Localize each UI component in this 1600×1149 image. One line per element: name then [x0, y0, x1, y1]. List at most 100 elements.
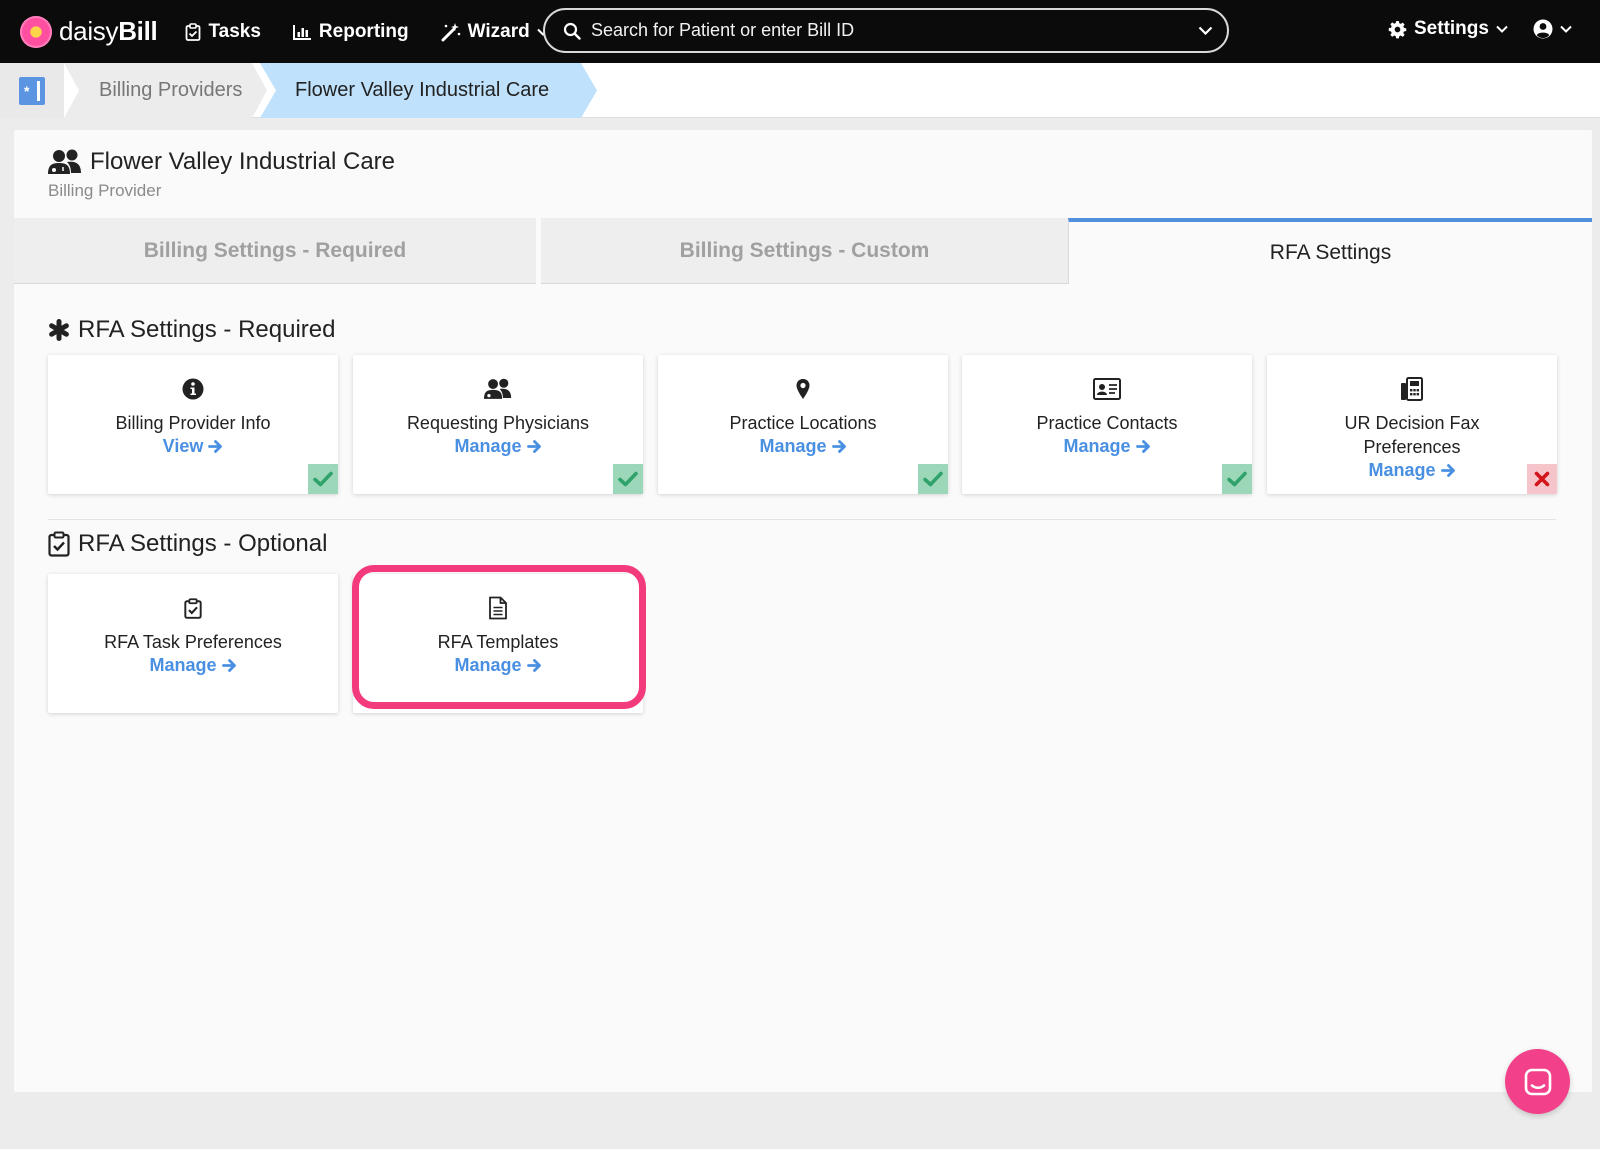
settings-tabs: Billing Settings - Required Billing Sett… [14, 218, 1592, 284]
card-label: Practice Locations [729, 413, 877, 433]
nav-wizard[interactable]: Wizard [441, 21, 556, 43]
manage-link-label: Manage [759, 436, 827, 456]
chevron-down-icon [1496, 25, 1508, 33]
view-link-label: View [162, 436, 204, 456]
nav-reporting[interactable]: Reporting [292, 20, 409, 43]
card-label: RFA Templates [437, 632, 559, 652]
card-label: Requesting Physicians [406, 413, 590, 433]
user-circle-icon [1533, 19, 1553, 39]
card-requesting-physicians: Requesting Physicians Manage [353, 355, 643, 494]
status-complete-badge [613, 464, 643, 494]
breadcrumb-current-provider[interactable]: Flower Valley Industrial Care [260, 63, 597, 118]
manage-link-label: Manage [454, 655, 522, 675]
arrow-right-icon [221, 659, 236, 672]
brand-name: daisyBill [59, 16, 158, 47]
page-header: Flower Valley Industrial Care Billing Pr… [48, 148, 395, 201]
nav-tasks-label: Tasks [208, 20, 261, 42]
arrow-right-icon [208, 440, 223, 453]
asterisk-icon [49, 319, 69, 341]
nav-settings-label: Settings [1414, 18, 1489, 39]
card-practice-locations: Practice Locations Manage [658, 355, 948, 494]
card-label: UR Decision Fax Preferences [1344, 413, 1480, 457]
section-title-optional-label: RFA Settings - Optional [78, 530, 328, 557]
clipboard-check-icon [184, 597, 202, 619]
manage-link[interactable]: Manage [454, 655, 541, 676]
medical-record-icon: * [19, 76, 45, 105]
manage-link-label: Manage [1063, 436, 1131, 456]
nav-tasks[interactable]: Tasks [185, 20, 261, 43]
status-complete-badge [308, 464, 338, 494]
nav-wizard-label: Wizard [467, 20, 530, 42]
checkmark-icon [923, 471, 943, 487]
card-ur-decision-fax-preferences: UR Decision Fax Preferences Manage [1267, 355, 1557, 494]
section-title-required: RFA Settings - Required [48, 316, 335, 344]
fax-icon [1401, 377, 1423, 401]
manage-link[interactable]: Manage [759, 436, 846, 457]
provider-name: Flower Valley Industrial Care [90, 148, 396, 175]
card-practice-contacts: Practice Contacts Manage [962, 355, 1252, 494]
arrow-right-icon [1135, 440, 1150, 453]
chevron-down-icon [1560, 25, 1572, 33]
chat-launcher-button[interactable] [1505, 1049, 1570, 1114]
physicians-icon [48, 149, 81, 174]
nav-reporting-label: Reporting [318, 20, 409, 42]
brand-logo[interactable]: daisyBill [20, 15, 158, 48]
clipboard-check-icon [48, 531, 70, 557]
magic-wand-icon [441, 22, 460, 41]
document-icon [489, 596, 507, 620]
brand-name-bold: Bill [118, 16, 158, 46]
section-title-optional: RFA Settings - Optional [48, 530, 327, 558]
arrow-right-icon [831, 440, 846, 453]
card-label: RFA Task Preferences [104, 632, 282, 652]
page-title: Flower Valley Industrial Care [48, 148, 395, 176]
view-link[interactable]: View [163, 436, 224, 457]
search-placeholder: Search for Patient or enter Bill ID [591, 20, 855, 40]
status-complete-badge [918, 464, 948, 494]
tab-billing-settings-custom[interactable]: Billing Settings - Custom [541, 218, 1068, 284]
status-complete-badge [1222, 464, 1252, 494]
nav-settings[interactable]: Settings [1388, 18, 1515, 40]
section-title-required-label: RFA Settings - Required [78, 316, 336, 343]
manage-link-label: Manage [149, 655, 217, 675]
chevron-down-icon[interactable] [1198, 26, 1213, 35]
chat-icon [1524, 1068, 1551, 1095]
manage-link[interactable]: Manage [1368, 460, 1455, 481]
main-panel: Flower Valley Industrial Care Billing Pr… [14, 130, 1592, 1092]
section-divider [48, 519, 1556, 520]
daisy-flower-icon [20, 15, 52, 48]
card-billing-provider-info: Billing Provider Info View [48, 355, 338, 494]
contact-card-icon [1093, 378, 1121, 400]
search-icon [563, 22, 581, 40]
tab-rfa-settings[interactable]: RFA Settings [1068, 218, 1592, 284]
checkmark-icon [618, 471, 638, 487]
page-subtitle: Billing Provider [48, 181, 162, 200]
manage-link-label: Manage [454, 436, 522, 456]
manage-link[interactable]: Manage [1063, 436, 1150, 457]
arrow-right-icon [1440, 464, 1455, 477]
checkmark-icon [1227, 471, 1247, 487]
breadcrumb-billing-providers[interactable]: Billing Providers [64, 63, 267, 118]
info-icon [182, 378, 204, 400]
breadcrumb: * Billing Providers Flower Valley Indust… [0, 63, 1600, 118]
manage-link[interactable]: Manage [454, 436, 541, 457]
map-pin-icon [796, 379, 810, 399]
card-label: Practice Contacts [1036, 413, 1178, 433]
search-input[interactable]: Search for Patient or enter Bill ID [543, 8, 1229, 53]
clipboard-check-icon [186, 22, 201, 41]
card-label: Billing Provider Info [115, 413, 271, 433]
manage-link-label: Manage [1368, 460, 1436, 480]
arrow-right-icon [526, 659, 541, 672]
manage-link[interactable]: Manage [149, 655, 236, 676]
tab-billing-settings-required[interactable]: Billing Settings - Required [14, 218, 536, 284]
card-rfa-templates: RFA Templates Manage [353, 574, 643, 713]
top-nav: daisyBill Tasks Reporting Wizard Search … [0, 0, 1600, 63]
breadcrumb-home[interactable]: * [0, 63, 64, 118]
user-menu[interactable] [1533, 19, 1572, 39]
close-icon [1534, 471, 1550, 487]
bar-chart-icon [292, 24, 311, 40]
arrow-right-icon [526, 440, 541, 453]
physicians-icon [484, 378, 512, 399]
checkmark-icon [313, 471, 333, 487]
gear-icon [1388, 20, 1407, 38]
status-incomplete-badge [1527, 464, 1557, 494]
